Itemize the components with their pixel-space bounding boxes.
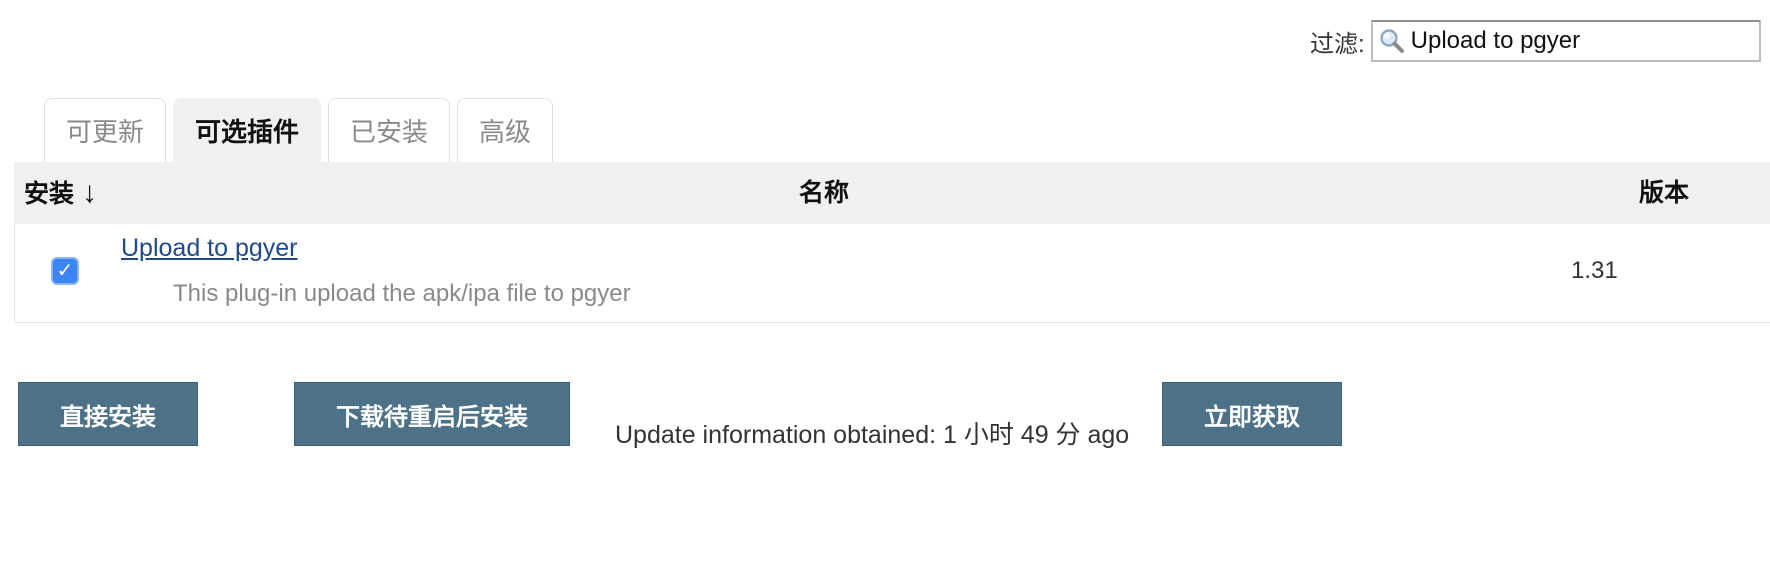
filter-label: 过滤: <box>1310 30 1365 58</box>
plugin-table: 安装 ↓ 名称 版本 ✓ Upload to pgyer This plug-in… <box>14 162 1770 323</box>
tab-updates[interactable]: 可更新 <box>44 98 167 162</box>
column-header-name[interactable]: 名称 <box>799 162 849 224</box>
tab-installed[interactable]: 已安装 <box>328 98 451 162</box>
plugin-tabs: 可更新 可选插件 已安装 高级 <box>44 98 554 162</box>
install-header-label: 安装 <box>24 180 75 208</box>
plugin-version: 1.31 <box>1571 257 1618 284</box>
fetch-now-button[interactable]: 立即获取 <box>1162 382 1342 446</box>
plugin-name-link[interactable]: Upload to pgyer <box>121 234 298 263</box>
install-now-button[interactable]: 直接安装 <box>18 382 198 446</box>
filter-field[interactable] <box>1370 20 1761 62</box>
search-icon <box>1380 29 1404 53</box>
plugin-description: This plug-in upload the apk/ipa file to … <box>173 280 631 307</box>
tab-advanced[interactable]: 高级 <box>457 98 554 162</box>
column-header-version[interactable]: 版本 <box>1639 162 1689 224</box>
tab-available[interactable]: 可选插件 <box>173 98 322 162</box>
filter-bar: 过滤: <box>1310 20 1761 62</box>
filter-input[interactable] <box>1410 27 1731 55</box>
install-after-restart-button[interactable]: 下载待重启后安装 <box>294 382 570 446</box>
column-header-install[interactable]: 安装 ↓ <box>24 162 97 224</box>
install-checkbox[interactable]: ✓ <box>51 257 79 285</box>
table-header: 安装 ↓ 名称 版本 <box>14 162 1770 224</box>
table-row: ✓ Upload to pgyer This plug-in upload th… <box>14 224 1770 323</box>
update-info-text: Update information obtained: 1 小时 49 分 a… <box>615 421 1130 449</box>
sort-arrow-icon: ↓ <box>82 176 98 209</box>
plugin-manager-page: 过滤: 可更新 可选插件 已安装 高级 安装↓ 名称 版本 ✓ Upload t… <box>0 0 1770 570</box>
